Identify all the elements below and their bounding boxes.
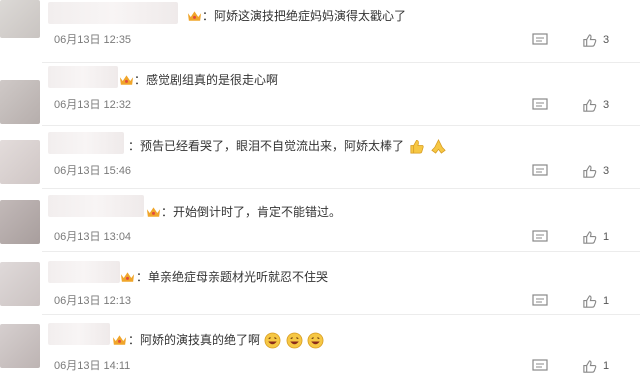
comment-date: 06月13日 14:11 xyxy=(54,360,131,372)
comment-text-body: ：阿娇的演技真的绝了啊 xyxy=(128,333,261,347)
avatar[interactable] xyxy=(0,0,40,38)
avatar-column xyxy=(0,0,42,380)
laughing-face-emoji-icon xyxy=(307,332,324,349)
comment-icon[interactable] xyxy=(532,230,548,244)
avatar[interactable] xyxy=(0,80,40,124)
comment-icon[interactable] xyxy=(532,294,548,308)
avatar[interactable] xyxy=(0,262,40,306)
avatar[interactable] xyxy=(0,140,40,184)
username-blurred[interactable] xyxy=(48,195,144,217)
like-button[interactable]: 1 xyxy=(582,358,609,374)
comment-icon[interactable] xyxy=(532,98,548,112)
like-button[interactable]: 1 xyxy=(582,293,609,309)
thumbs-up-icon xyxy=(583,359,597,373)
comment-item: ：预告已经看哭了，眼泪不自觉流出来，阿娇太棒了 06月13日 15:46 3 xyxy=(42,126,640,188)
comment-date: 06月13日 15:46 xyxy=(54,165,132,177)
comment-date: 06月13日 12:35 xyxy=(54,34,132,46)
thumbs-up-icon xyxy=(583,230,597,244)
username-blurred[interactable] xyxy=(48,261,120,283)
like-count: 3 xyxy=(603,34,610,46)
comment-icon[interactable] xyxy=(532,33,548,47)
like-button[interactable]: 3 xyxy=(582,32,609,48)
comment-text: ：阿娇的演技真的绝了啊 xyxy=(128,332,324,349)
like-count: 3 xyxy=(603,165,610,177)
like-button[interactable]: 1 xyxy=(582,229,609,245)
comment-text: ：开始倒计时了，肯定不能错过。 xyxy=(161,205,342,219)
crown-badge-icon xyxy=(119,75,134,85)
like-count: 3 xyxy=(603,99,610,111)
crown-badge-icon xyxy=(146,207,161,217)
comment-text: ：单亲绝症母亲题材光听就忍不住哭 xyxy=(136,270,329,284)
like-button[interactable]: 3 xyxy=(582,97,609,113)
comment-text: ：预告已经看哭了，眼泪不自觉流出来，阿娇太棒了 xyxy=(128,138,447,155)
praying-hands-emoji-icon xyxy=(431,139,446,154)
comment-text: ：阿娇这演技把绝症妈妈演得太戳心了 xyxy=(202,9,407,23)
comment-icon[interactable] xyxy=(532,359,548,373)
laughing-face-emoji-icon xyxy=(264,332,281,349)
crown-badge-icon xyxy=(112,335,127,345)
crown-badge-icon xyxy=(120,272,135,282)
comment-date: 06月13日 12:32 xyxy=(54,99,132,111)
thumbs-up-icon xyxy=(583,294,597,308)
like-count: 1 xyxy=(603,295,610,307)
thumbs-up-icon xyxy=(583,33,597,47)
username-blurred[interactable] xyxy=(48,132,124,154)
comment-item: ：单亲绝症母亲题材光听就忍不住哭 06月13日 12:13 1 xyxy=(42,252,640,314)
like-count: 1 xyxy=(603,360,610,372)
username-blurred[interactable] xyxy=(48,66,118,88)
avatar[interactable] xyxy=(0,200,40,244)
like-button[interactable]: 3 xyxy=(582,163,609,179)
username-blurred[interactable] xyxy=(48,2,178,24)
comment-item: ：阿娇这演技把绝症妈妈演得太戳心了 06月13日 12:35 3 xyxy=(42,0,640,62)
comment-icon[interactable] xyxy=(532,164,548,178)
comment-text-body: ：预告已经看哭了，眼泪不自觉流出来，阿娇太棒了 xyxy=(128,139,405,153)
comment-date: 06月13日 13:04 xyxy=(54,231,132,243)
comment-date: 06月13日 12:13 xyxy=(54,295,132,307)
thumbs-up-icon xyxy=(583,98,597,112)
comment-item: ：感觉剧组真的是很走心啊 06月13日 12:32 3 xyxy=(42,63,640,125)
username-blurred[interactable] xyxy=(48,323,110,345)
laughing-face-emoji-icon xyxy=(286,332,303,349)
thumbs-up-icon xyxy=(583,164,597,178)
comment-item: ：阿娇的演技真的绝了啊 06月13日 14:11 1 xyxy=(42,315,640,380)
comment-text: ：感觉剧组真的是很走心啊 xyxy=(134,73,279,87)
comment-item: ：开始倒计时了，肯定不能错过。 06月13日 13:04 1 xyxy=(42,189,640,251)
thumbs-up-emoji-icon xyxy=(410,140,424,154)
crown-badge-icon xyxy=(187,11,202,21)
avatar[interactable] xyxy=(0,324,40,368)
like-count: 1 xyxy=(603,231,610,243)
